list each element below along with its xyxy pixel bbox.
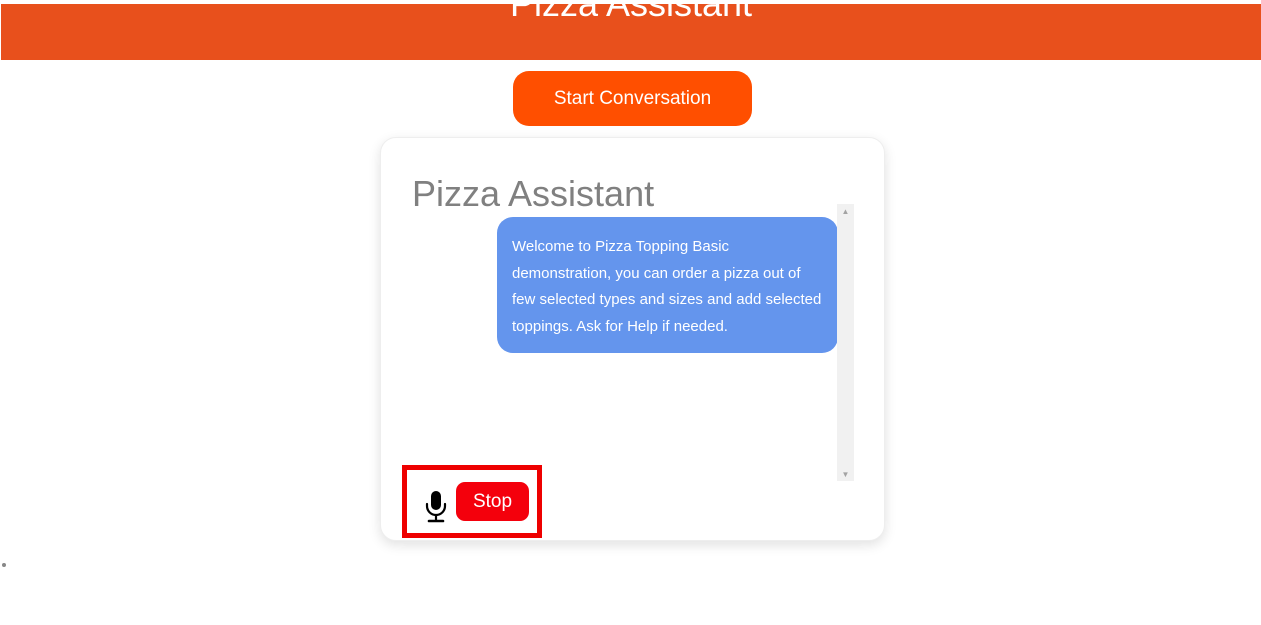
controls-highlight: Stop — [402, 465, 542, 538]
scroll-up-arrow-icon[interactable]: ▲ — [837, 204, 854, 218]
start-conversation-button[interactable]: Start Conversation — [513, 71, 752, 126]
microphone-icon[interactable] — [424, 490, 448, 524]
page: Pizza Assistant Start Conversation Pizza… — [0, 0, 1261, 625]
messages-area[interactable]: Welcome to Pizza Topping Basic demonstra… — [495, 204, 854, 481]
chat-card: Pizza Assistant Welcome to Pizza Topping… — [380, 137, 885, 541]
scroll-down-arrow-icon[interactable]: ▼ — [837, 467, 854, 481]
stop-button[interactable]: Stop — [456, 482, 529, 521]
assistant-message: Welcome to Pizza Topping Basic demonstra… — [497, 217, 838, 353]
messages-scrollbar[interactable]: ▲ ▼ — [837, 204, 854, 481]
list-bullet — [2, 563, 6, 567]
banner-title: Pizza Assistant — [1, 4, 1261, 26]
top-banner: Pizza Assistant — [1, 4, 1261, 60]
